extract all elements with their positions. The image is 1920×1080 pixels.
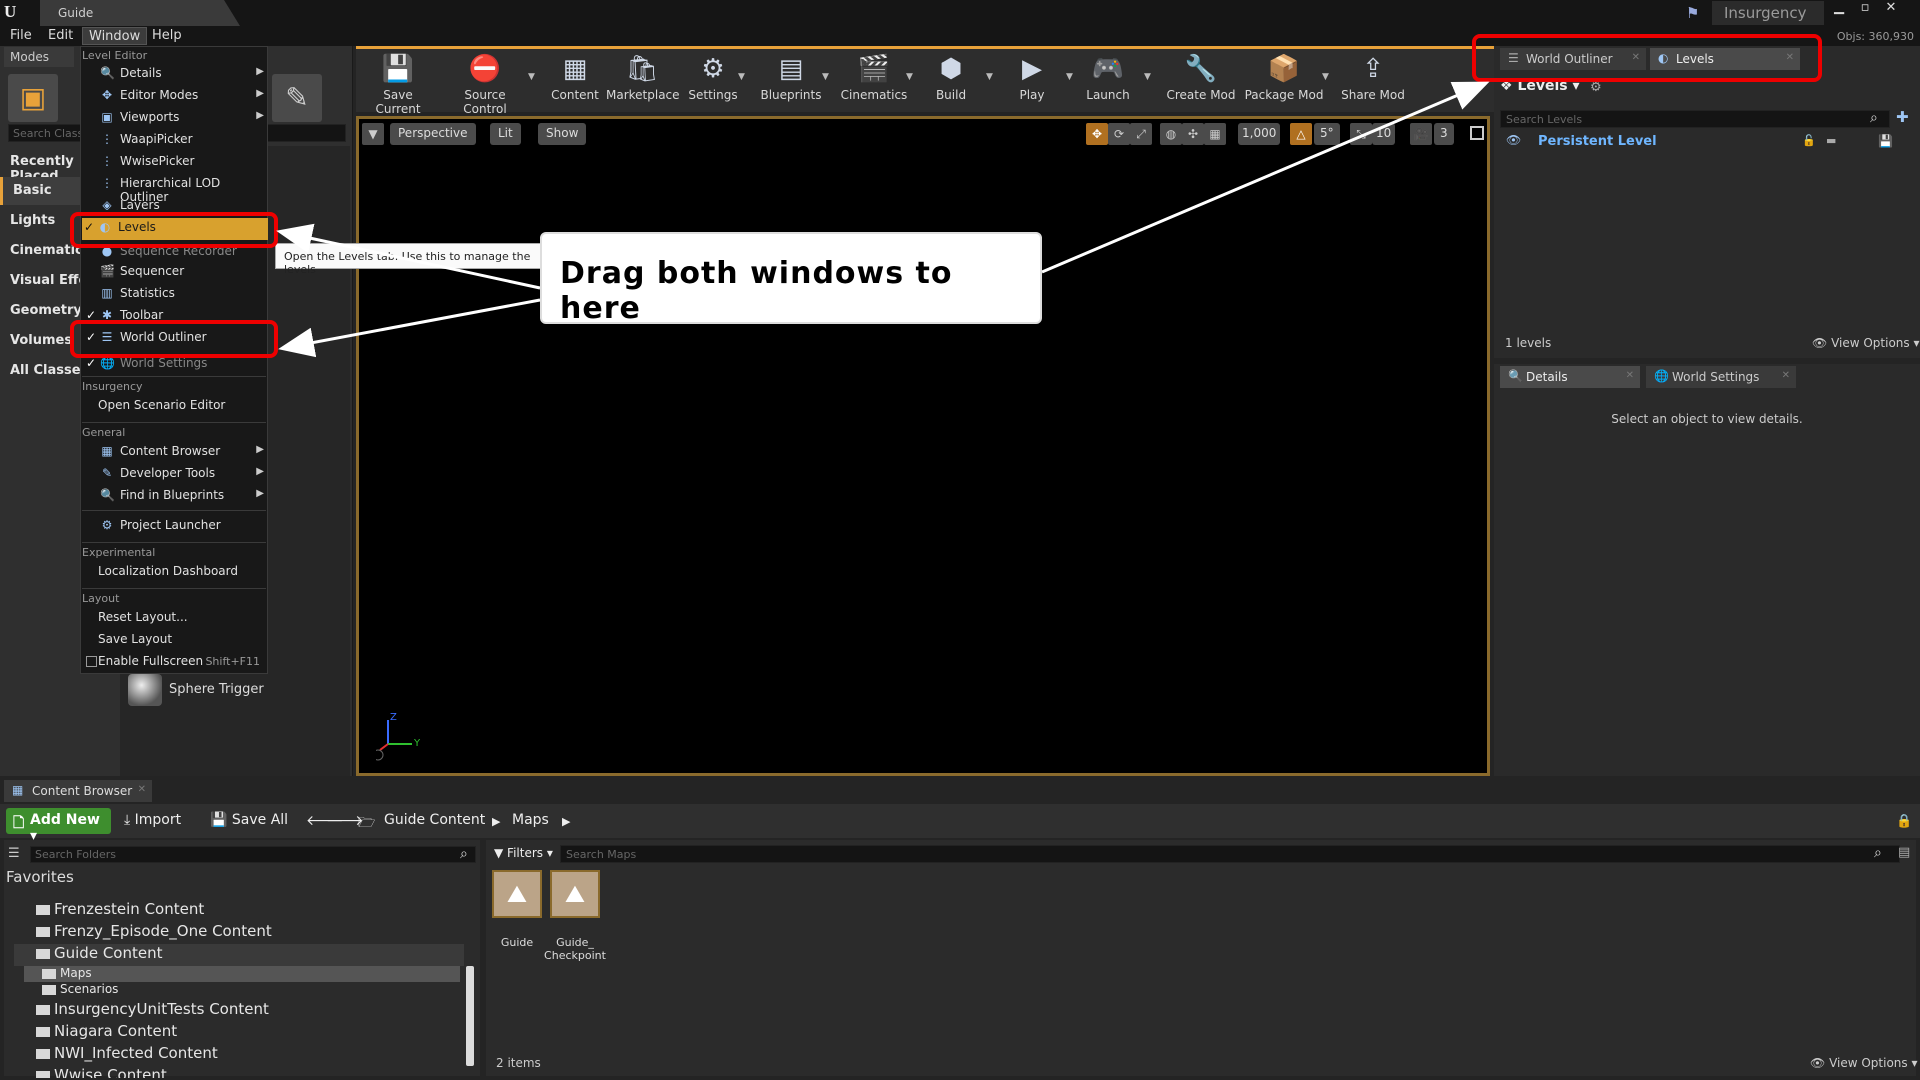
annotation-callout: Drag both windows to here xyxy=(540,232,1042,326)
annotation-arrows xyxy=(276,81,1490,358)
